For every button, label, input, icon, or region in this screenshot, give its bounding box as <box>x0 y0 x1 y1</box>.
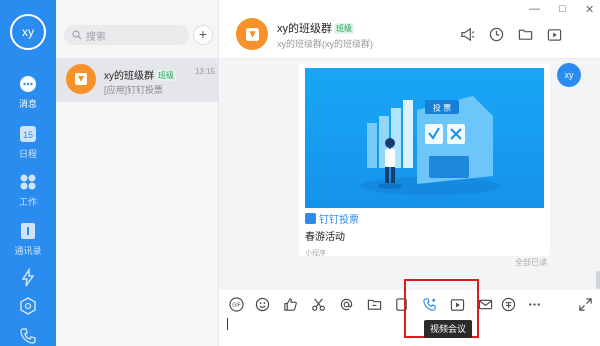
header-group-avatar[interactable] <box>236 18 268 50</box>
group-logo-icon <box>75 73 87 85</box>
conversation-time: 13:15 <box>194 67 215 76</box>
left-rail: xy 消息 15 日程 工作 通讯录 <box>0 0 56 346</box>
mention-icon[interactable] <box>338 296 354 312</box>
scrollbar[interactable] <box>596 271 600 289</box>
conversation-list: 搜索 + xy的班级群 班级 13:15 [应用]钉钉投票 <box>56 0 219 346</box>
expand-icon[interactable] <box>577 296 593 312</box>
phone-icon[interactable] <box>18 326 38 346</box>
user-avatar[interactable]: xy <box>10 14 46 50</box>
contacts-icon <box>21 223 35 239</box>
message-input-caret[interactable] <box>227 318 228 330</box>
video-meeting-tooltip: 视频会议 <box>424 320 473 338</box>
cube-icon[interactable] <box>18 296 38 316</box>
scissors-icon[interactable] <box>310 296 326 312</box>
nav-contacts-label: 通讯录 <box>14 246 42 256</box>
message-area: xy 投 票 钉钉投票 春游活动 小程序 全部已读 <box>219 58 600 290</box>
video-icon[interactable] <box>546 26 562 42</box>
search-input[interactable]: 搜索 <box>64 25 189 45</box>
nav-messages-label: 消息 <box>18 99 37 109</box>
nav-messages[interactable]: 消息 <box>0 74 56 110</box>
conversation-item[interactable]: xy的班级群 班级 13:15 [应用]钉钉投票 <box>56 58 219 102</box>
nav-work-label: 工作 <box>18 197 37 207</box>
lightning-icon[interactable] <box>18 268 38 288</box>
vote-card[interactable]: 投 票 钉钉投票 春游活动 小程序 <box>299 64 550 256</box>
more-icon[interactable] <box>526 296 542 312</box>
folder-icon[interactable] <box>517 26 533 42</box>
file-folder-icon[interactable] <box>366 296 382 312</box>
class-tag: 班级 <box>334 23 354 34</box>
chat-subtitle: xy的班级群(xy的班级群) <box>277 39 373 49</box>
school-icon[interactable] <box>500 296 516 312</box>
announcement-icon[interactable] <box>459 26 475 42</box>
conversation-name: xy的班级群 班级 <box>104 70 176 82</box>
thumbs-up-icon[interactable] <box>282 296 298 312</box>
nav-calendar[interactable]: 15 日程 <box>0 124 56 160</box>
maximize-button[interactable]: □ <box>559 3 566 15</box>
vote-illustration: 投 票 <box>360 96 500 195</box>
chat-icon <box>20 76 36 92</box>
mini-program-label: 小程序 <box>305 250 326 256</box>
nav-work[interactable]: 工作 <box>0 172 56 208</box>
svg-text:GIF: GIF <box>232 302 241 308</box>
svg-text:15: 15 <box>23 130 33 140</box>
emoji-icon[interactable] <box>254 296 270 312</box>
read-status[interactable]: 全部已读 <box>515 257 547 268</box>
search-icon <box>72 30 82 40</box>
close-button[interactable]: ✕ <box>585 3 594 16</box>
add-button[interactable]: + <box>193 25 213 45</box>
group-avatar <box>66 64 96 94</box>
my-avatar[interactable]: xy <box>557 63 581 87</box>
mail-icon[interactable] <box>477 296 493 312</box>
header-actions <box>459 26 562 42</box>
vote-banner-image: 投 票 <box>305 68 544 208</box>
class-tag: 班级 <box>156 70 176 81</box>
vote-title: 春游活动 <box>305 232 345 243</box>
app-source: 钉钉投票 <box>305 211 359 226</box>
minimize-button[interactable]: — <box>529 3 540 15</box>
conversation-preview: [应用]钉钉投票 <box>104 85 164 95</box>
chat-panel: — □ ✕ xy的班级群 班级 xy的班级群(xy的班级群) xy 投 票 钉钉… <box>219 0 600 346</box>
calendar-icon: 15 <box>20 126 36 142</box>
chat-title: xy的班级群 班级 <box>277 23 354 35</box>
svg-text:投 票: 投 票 <box>433 103 451 113</box>
gif-icon[interactable]: GIF <box>228 296 244 312</box>
dingtalk-vote-icon <box>305 213 316 224</box>
grid-icon <box>20 174 36 190</box>
search-placeholder: 搜索 <box>86 31 106 43</box>
clock-icon[interactable] <box>488 26 504 42</box>
nav-contacts[interactable]: 通讯录 <box>0 221 56 257</box>
nav-calendar-label: 日程 <box>18 149 37 159</box>
group-logo-icon <box>245 27 259 41</box>
